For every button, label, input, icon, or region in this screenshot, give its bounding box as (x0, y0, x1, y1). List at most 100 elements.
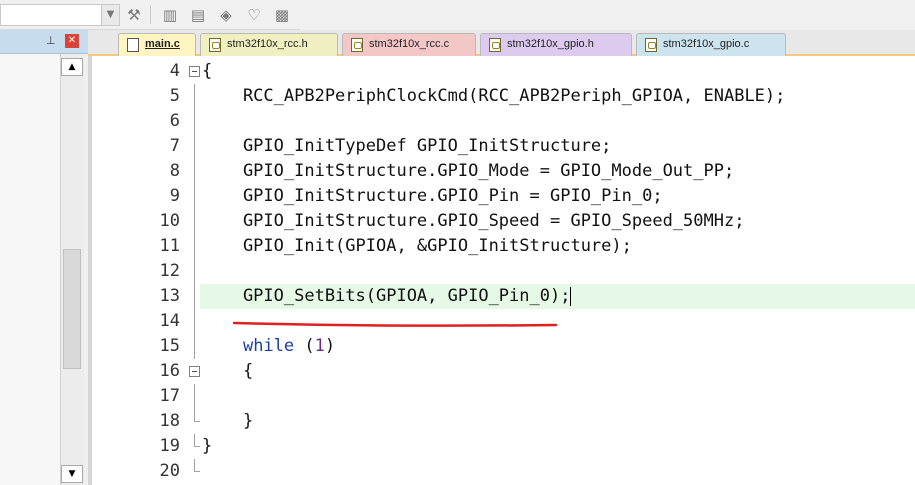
editor-tabs: main.c stm32f10x_rcc.h stm32f10x_rcc.c s… (88, 30, 915, 56)
code-line[interactable]: 11 GPIO_Init(GPIOA, &GPIO_InitStructure)… (88, 234, 915, 259)
fold-collapse-icon[interactable] (188, 359, 200, 384)
code-file-icon (645, 38, 657, 52)
fold-guide (188, 134, 200, 159)
scroll-thumb[interactable] (63, 249, 81, 369)
tab-stm32f10x-rcc-c[interactable]: stm32f10x_rcc.c (342, 33, 476, 56)
tab-label: stm32f10x_gpio.c (663, 38, 750, 50)
code-line[interactable]: 10 GPIO_InitStructure.GPIO_Speed = GPIO_… (88, 209, 915, 234)
line-number: 10 (159, 211, 180, 231)
fold-guide (188, 259, 200, 284)
code-editor[interactable]: 4{5 RCC_APB2PeriphClockCmd(RCC_APB2Perip… (88, 56, 915, 485)
code-text: GPIO_InitTypeDef GPIO_InitStructure; (202, 136, 612, 156)
tab-label: stm32f10x_rcc.h (227, 38, 308, 50)
red-underline-annotation (232, 321, 558, 327)
fold-guide (188, 84, 200, 109)
code-line[interactable]: 20 (88, 459, 915, 484)
options-icon[interactable]: ▩ (272, 5, 292, 25)
code-text: { (202, 361, 254, 381)
fold-end-marker (188, 434, 200, 459)
combo-dropdown-icon[interactable]: ▼ (101, 5, 119, 25)
code-line[interactable]: 8 GPIO_InitStructure.GPIO_Mode = GPIO_Mo… (88, 159, 915, 184)
line-number: 11 (159, 236, 180, 256)
toolbar-separator (150, 6, 151, 24)
line-number: 6 (169, 111, 180, 131)
line-number: 19 (159, 436, 180, 456)
code-line[interactable]: 4{ (88, 59, 915, 84)
code-file-icon (489, 38, 501, 52)
line-number: 7 (169, 136, 180, 156)
bucket-icon[interactable]: ♡ (244, 5, 264, 25)
fold-guide (188, 159, 200, 184)
pin-icon[interactable]: ⊥ (46, 34, 56, 47)
tab-stm32f10x-rcc-h[interactable]: stm32f10x_rcc.h (200, 33, 338, 56)
code-line[interactable]: 7 GPIO_InitTypeDef GPIO_InitStructure; (88, 134, 915, 159)
code-line[interactable]: 18 } (88, 409, 915, 434)
code-text: GPIO_SetBits(GPIOA, GPIO_Pin_0); (202, 286, 572, 306)
magic-wand-icon[interactable]: ⚒ (124, 5, 144, 25)
tab-main-c[interactable]: main.c (118, 33, 196, 56)
close-icon[interactable]: ✕ (65, 34, 79, 48)
code-line[interactable]: 16 { (88, 359, 915, 384)
line-number: 8 (169, 161, 180, 181)
project-panel-header: ⊥ ✕ (0, 30, 88, 54)
fold-guide (188, 334, 200, 359)
fold-end-marker (188, 409, 200, 434)
tab-stm32f10x-gpio-h[interactable]: stm32f10x_gpio.h (480, 33, 632, 56)
line-number: 17 (159, 386, 180, 406)
code-line[interactable]: 15 while (1) (88, 334, 915, 359)
ide-window: ▼ ⚒ ▥ ▤ ◈ ♡ ▩ ⊥ ✕ ▲ ▼ main.c stm32f10x_r… (0, 0, 915, 485)
fold-guide (188, 384, 200, 409)
target-combo[interactable]: ▼ (0, 4, 120, 26)
code-text: GPIO_InitStructure.GPIO_Pin = GPIO_Pin_0… (202, 186, 663, 206)
toolbar: ▼ ⚒ ▥ ▤ ◈ ♡ ▩ (0, 0, 300, 30)
fold-end-marker (188, 459, 200, 484)
code-text: while (1) (242, 336, 336, 356)
keyword: while (242, 336, 295, 356)
number-literal: 1 (314, 336, 325, 356)
tab-label: main.c (145, 38, 180, 50)
code-file-icon (209, 38, 221, 52)
fold-guide (188, 284, 200, 309)
line-number: 18 (159, 411, 180, 431)
line-number: 14 (159, 311, 180, 331)
line-number: 16 (159, 361, 180, 381)
code-line[interactable]: 9 GPIO_InitStructure.GPIO_Pin = GPIO_Pin… (88, 184, 915, 209)
build-icon[interactable]: ▥ (160, 5, 180, 25)
fold-guide (188, 184, 200, 209)
text-cursor (570, 286, 572, 306)
code-line[interactable]: 6 (88, 109, 915, 134)
code-text: } (202, 436, 213, 456)
line-number: 15 (159, 336, 180, 356)
line-number: 12 (159, 261, 180, 281)
fold-collapse-icon[interactable] (188, 59, 200, 84)
diamond-icon[interactable]: ◈ (216, 5, 236, 25)
project-panel: ⊥ ✕ ▲ ▼ (0, 30, 88, 485)
line-number: 13 (159, 286, 180, 306)
batch-build-icon[interactable]: ▤ (188, 5, 208, 25)
code-text: RCC_APB2PeriphClockCmd(RCC_APB2Periph_GP… (202, 86, 786, 106)
code-line[interactable]: 17 (88, 384, 915, 409)
code-text: } (202, 411, 254, 431)
code-line[interactable]: 5 RCC_APB2PeriphClockCmd(RCC_APB2Periph_… (88, 84, 915, 109)
line-number: 9 (169, 186, 180, 206)
fold-guide (188, 109, 200, 134)
code-file-icon (351, 38, 363, 52)
code-line[interactable]: 12 (88, 259, 915, 284)
project-scrollbar[interactable]: ▲ ▼ (60, 54, 84, 485)
fold-guide (188, 234, 200, 259)
tab-stm32f10x-gpio-c[interactable]: stm32f10x_gpio.c (636, 33, 786, 56)
project-tree[interactable] (0, 54, 60, 485)
code-text: GPIO_InitStructure.GPIO_Speed = GPIO_Spe… (202, 211, 745, 231)
line-number: 20 (159, 461, 180, 481)
document-icon (127, 38, 139, 52)
tab-label: stm32f10x_rcc.c (369, 38, 450, 50)
fold-guide (188, 209, 200, 234)
code-text: { (202, 61, 213, 81)
scroll-up-icon[interactable]: ▲ (61, 58, 83, 76)
code-line[interactable]: 13 GPIO_SetBits(GPIOA, GPIO_Pin_0); (88, 284, 915, 309)
line-number: 4 (169, 61, 180, 81)
scroll-down-icon[interactable]: ▼ (61, 465, 83, 483)
code-text: GPIO_Init(GPIOA, &GPIO_InitStructure); (202, 236, 632, 256)
tab-label: stm32f10x_gpio.h (507, 38, 594, 50)
code-line[interactable]: 19} (88, 434, 915, 459)
